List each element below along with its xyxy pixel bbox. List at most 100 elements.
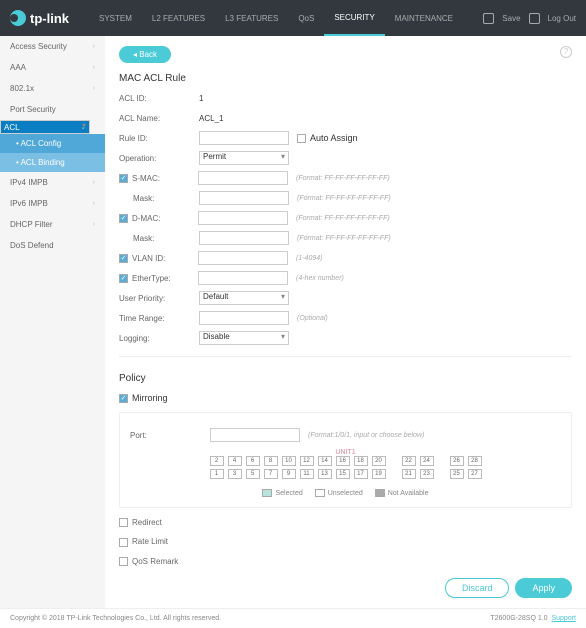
help-icon[interactable]: ? [560, 46, 572, 58]
dmac-mask-input[interactable] [199, 231, 289, 245]
port-18[interactable]: 18 [354, 456, 368, 466]
smac-input[interactable] [198, 171, 288, 185]
port-19[interactable]: 19 [372, 469, 386, 479]
port-4[interactable]: 4 [228, 456, 242, 466]
port-26[interactable]: 26 [450, 456, 464, 466]
mirroring-checkbox[interactable] [119, 394, 128, 403]
port-6[interactable]: 6 [246, 456, 260, 466]
apply-button[interactable]: Apply [515, 578, 572, 598]
port-23[interactable]: 23 [420, 469, 434, 479]
port-24[interactable]: 24 [420, 456, 434, 466]
rate-limit-checkbox[interactable] [119, 538, 128, 547]
logout-icon [529, 13, 540, 24]
sidebar-item-port-security[interactable]: Port Security [0, 99, 105, 120]
smac-mask-label: Mask: [119, 194, 199, 203]
port-11[interactable]: 11 [300, 469, 314, 479]
nav-l2-features[interactable]: L2 FEATURES [142, 0, 215, 36]
support-link[interactable]: Support [551, 615, 576, 622]
port-25[interactable]: 25 [450, 469, 464, 479]
policy-title: Policy [119, 373, 572, 384]
priority-select[interactable]: Default [199, 291, 289, 305]
copyright: Copyright © 2018 TP-Link Technologies Co… [10, 615, 221, 622]
dmac-mask-label: Mask: [119, 234, 199, 243]
auto-assign-label: Auto Assign [310, 133, 358, 143]
nav-l3-features[interactable]: L3 FEATURES [215, 0, 288, 36]
header: tp-link SYSTEML2 FEATURESL3 FEATURESQoSS… [0, 0, 586, 36]
sidebar-item-802-1x[interactable]: 802.1x› [0, 78, 105, 99]
sidebar-item-dos-defend[interactable]: DoS Defend [0, 235, 105, 256]
nav-maintenance[interactable]: MAINTENANCE [385, 0, 463, 36]
sidebar-item-access-security[interactable]: Access Security› [0, 36, 105, 57]
port-16[interactable]: 16 [336, 456, 350, 466]
nav-system[interactable]: SYSTEM [89, 0, 142, 36]
nav-qos[interactable]: QoS [288, 0, 324, 36]
sidebar-item-ipv4-impb[interactable]: IPv4 IMPB› [0, 172, 105, 193]
sidebar-item-aaa[interactable]: AAA› [0, 57, 105, 78]
save-button[interactable]: Save [502, 14, 520, 23]
port-28[interactable]: 28 [468, 456, 482, 466]
smac-mask-input[interactable] [199, 191, 289, 205]
port-10[interactable]: 10 [282, 456, 296, 466]
acl-name-value: ACL_1 [199, 114, 223, 123]
dmac-checkbox[interactable] [119, 214, 128, 223]
smac-checkbox[interactable] [119, 174, 128, 183]
vlan-label: VLAN ID: [132, 254, 198, 263]
operation-label: Operation: [119, 154, 199, 163]
time-input[interactable] [199, 311, 289, 325]
port-3[interactable]: 3 [228, 469, 242, 479]
auto-assign-checkbox[interactable] [297, 134, 306, 143]
operation-select[interactable]: Permit [199, 151, 289, 165]
model-text: T2600G-28SQ 1.0 [490, 615, 547, 622]
sidebar-sub-acl-binding[interactable]: • ACL Binding [0, 153, 105, 172]
port-9[interactable]: 9 [282, 469, 296, 479]
qos-remark-checkbox[interactable] [119, 557, 128, 566]
logging-select[interactable]: Disable [199, 331, 289, 345]
dmac-label: D-MAC: [132, 214, 198, 223]
port-20[interactable]: 20 [372, 456, 386, 466]
qos-remark-label: QoS Remark [132, 557, 178, 566]
port-15[interactable]: 15 [336, 469, 350, 479]
port-12[interactable]: 12 [300, 456, 314, 466]
rate-limit-label: Rate Limit [132, 537, 168, 546]
redirect-checkbox[interactable] [119, 518, 128, 527]
port-2[interactable]: 2 [210, 456, 224, 466]
logo-icon [10, 10, 26, 26]
port-27[interactable]: 27 [468, 469, 482, 479]
port-22[interactable]: 22 [402, 456, 416, 466]
port-21[interactable]: 21 [402, 469, 416, 479]
vlan-input[interactable] [198, 251, 288, 265]
port-8[interactable]: 8 [264, 456, 278, 466]
ether-input[interactable] [198, 271, 288, 285]
save-icon [483, 13, 494, 24]
acl-id-label: ACL ID: [119, 94, 199, 103]
vlan-checkbox[interactable] [119, 254, 128, 263]
brand-text: tp-link [30, 11, 69, 26]
port-1[interactable]: 1 [210, 469, 224, 479]
nav-security[interactable]: SECURITY [324, 0, 384, 36]
dmac-input[interactable] [198, 211, 288, 225]
redirect-label: Redirect [132, 518, 162, 527]
content: ? ◂ Back MAC ACL Rule ACL ID:1 ACL Name:… [105, 36, 586, 608]
sidebar-item-ipv6-impb[interactable]: IPv6 IMPB› [0, 193, 105, 214]
smac-label: S-MAC: [132, 174, 198, 183]
ports-row-bottom: 13579111315171921232527 [130, 469, 561, 479]
port-5[interactable]: 5 [246, 469, 260, 479]
port-14[interactable]: 14 [318, 456, 332, 466]
rule-id-input[interactable] [199, 131, 289, 145]
acl-id-value: 1 [199, 94, 203, 103]
port-17[interactable]: 17 [354, 469, 368, 479]
port-input[interactable] [210, 428, 300, 442]
mirroring-label: Mirroring [132, 393, 168, 403]
sidebar-item-acl[interactable]: ACL⌄ [0, 120, 90, 134]
logout-button[interactable]: Log Out [548, 14, 576, 23]
discard-button[interactable]: Discard [445, 578, 510, 598]
back-button[interactable]: ◂ Back [119, 46, 171, 63]
sidebar-sub-acl-config[interactable]: • ACL Config [0, 134, 105, 153]
sidebar: Access Security›AAA›802.1x›Port Security… [0, 36, 105, 608]
sidebar-item-dhcp-filter[interactable]: DHCP Filter› [0, 214, 105, 235]
port-7[interactable]: 7 [264, 469, 278, 479]
brand-logo: tp-link [10, 10, 69, 26]
port-13[interactable]: 13 [318, 469, 332, 479]
unit-label: UNIT1 [130, 449, 561, 456]
ether-checkbox[interactable] [119, 274, 128, 283]
